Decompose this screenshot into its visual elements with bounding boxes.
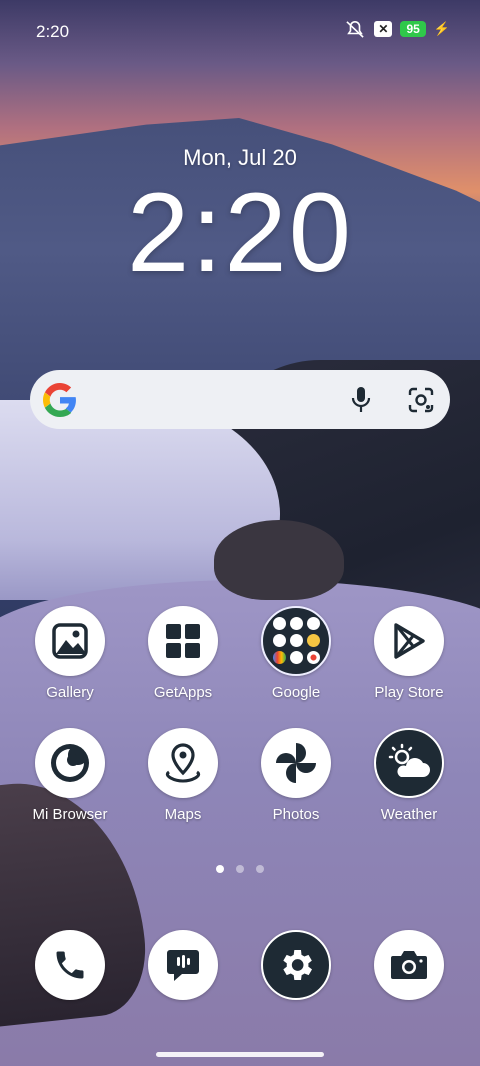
silent-icon <box>346 20 365 38</box>
lens-icon[interactable] <box>406 385 436 415</box>
maps-icon <box>166 743 200 783</box>
app-label: Gallery <box>46 684 94 701</box>
getapps-icon <box>166 624 200 658</box>
page-dot[interactable] <box>216 865 224 873</box>
gesture-nav-handle[interactable] <box>156 1052 324 1057</box>
page-indicator[interactable] <box>0 865 480 873</box>
app-label: Photos <box>272 806 320 823</box>
status-icons: ✕ 95 ⚡ <box>344 20 450 38</box>
app-maps[interactable]: Maps <box>128 728 238 823</box>
weather-icon <box>388 743 430 777</box>
camera-icon <box>391 951 427 979</box>
status-bar[interactable]: 2:20 ✕ 95 ⚡ <box>0 0 480 62</box>
messages-icon <box>167 950 199 981</box>
app-label: Maps <box>164 806 202 823</box>
play-store-icon <box>394 623 425 659</box>
app-play-store[interactable]: Play Store <box>354 606 464 701</box>
google-folder-icon <box>261 606 331 676</box>
battery-icon: 95 <box>400 21 426 37</box>
charging-icon: ⚡ <box>433 21 450 36</box>
app-label: Play Store <box>374 684 444 701</box>
app-google-folder[interactable]: Google <box>241 606 351 701</box>
app-gallery[interactable]: Gallery <box>15 606 125 701</box>
mic-icon[interactable] <box>348 385 374 415</box>
dock-messages[interactable] <box>128 930 238 1000</box>
mi-browser-icon <box>51 744 89 782</box>
dock-phone[interactable] <box>15 930 125 1000</box>
app-weather[interactable]: Weather <box>354 728 464 823</box>
dock-camera[interactable] <box>354 930 464 1000</box>
phone-icon <box>56 951 84 979</box>
dock-settings[interactable] <box>241 930 351 1000</box>
status-time: 2:20 <box>36 22 70 41</box>
google-logo <box>43 383 76 417</box>
app-photos[interactable]: Photos <box>241 728 351 823</box>
page-dot[interactable] <box>256 865 264 873</box>
app-label: GetApps <box>153 684 213 701</box>
app-label: Weather <box>380 806 438 823</box>
photos-icon <box>276 743 316 783</box>
app-label: Mi Browser <box>32 806 108 823</box>
page-dot[interactable] <box>236 865 244 873</box>
app-label: Google <box>271 684 321 701</box>
clock-time[interactable]: 2:20 <box>0 168 480 297</box>
app-getapps[interactable]: GetApps <box>128 606 238 701</box>
app-mi-browser[interactable]: Mi Browser <box>15 728 125 823</box>
settings-icon <box>283 950 312 980</box>
gallery-icon <box>52 623 88 659</box>
google-search-bar[interactable] <box>30 370 450 429</box>
x-notification-icon: ✕ <box>374 21 393 37</box>
